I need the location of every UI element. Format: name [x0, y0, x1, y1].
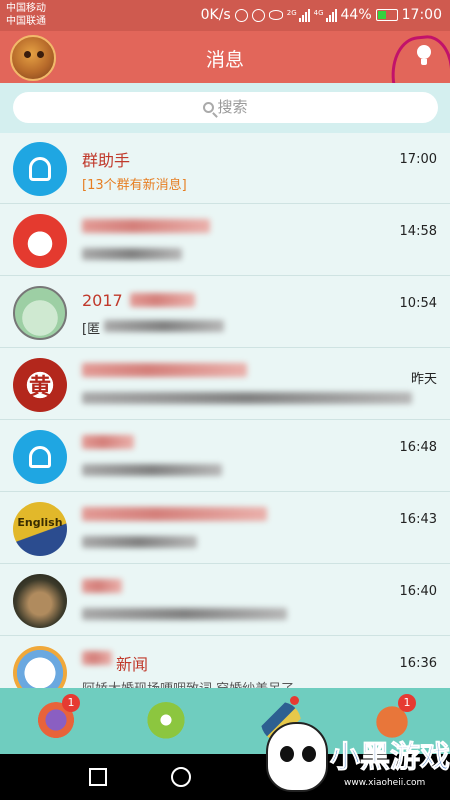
- alarm-icon: [251, 8, 265, 22]
- search-icon: [203, 102, 215, 113]
- conversation-time: 10:54: [399, 296, 437, 311]
- battery-icon: [375, 9, 398, 21]
- conversation-list: 群助手 [13个群有新消息] 17:00 14:58 2017 [匿 10:54…: [0, 133, 450, 688]
- unread-badge: 1: [62, 694, 80, 712]
- conversation-row[interactable]: 16:40: [0, 565, 450, 636]
- contacts-tab[interactable]: [140, 696, 192, 748]
- blurred-name: [82, 363, 247, 377]
- eye-icon: [268, 10, 283, 20]
- net-speed: 0K/s: [200, 7, 231, 23]
- conversation-time: 17:00: [399, 152, 437, 167]
- conversation-time: 16:48: [399, 440, 437, 455]
- cartoon-kids-avatar: [13, 286, 67, 340]
- conversation-name: 群助手: [82, 151, 131, 170]
- conversation-row[interactable]: 黄 昨天: [0, 349, 450, 420]
- conversation-time: 16:36: [399, 656, 437, 671]
- blurred-preview: [82, 464, 222, 476]
- carrier-info: 中国移动 中国联通: [6, 2, 46, 28]
- conversation-time: 16:40: [399, 584, 437, 599]
- new-dot-badge: [290, 696, 299, 705]
- page-title: 消息: [205, 49, 244, 71]
- conversation-time: 16:43: [399, 512, 437, 527]
- conversation-row[interactable]: 14:58: [0, 205, 450, 276]
- signal-4g-icon: 4G: [314, 8, 337, 22]
- monster-icon: [146, 702, 186, 742]
- blurred-name: [82, 579, 122, 593]
- status-bar: 中国移动 中国联通 0K/s 2G 4G 44% 17:00: [0, 0, 450, 31]
- blurred-preview: [82, 392, 412, 404]
- recent-apps-icon[interactable]: [89, 768, 107, 786]
- english-avatar: English: [13, 502, 67, 556]
- blurred-name: [82, 219, 210, 233]
- location-icon: [234, 8, 248, 22]
- unread-badge: 1: [398, 694, 416, 712]
- blurred-name: [82, 651, 112, 665]
- bell-icon: [13, 430, 67, 484]
- blurred-preview: [82, 608, 287, 620]
- group-assistant-icon: [13, 142, 67, 196]
- blurred-name: [82, 507, 267, 521]
- signal-icon: 2G: [287, 8, 310, 22]
- conversation-row[interactable]: 新闻 阿娇大婚现场哽咽致词 穿婚纱美呆了 16:36: [0, 637, 450, 688]
- panda-icon: [266, 722, 328, 792]
- header-bar: 消息: [0, 31, 450, 83]
- conversation-name: 2017: [82, 291, 123, 310]
- search-area: 搜索: [0, 83, 450, 133]
- handshake-avatar: [13, 574, 67, 628]
- carrier-2: 中国联通: [6, 16, 46, 27]
- seal-avatar: 黄: [13, 358, 67, 412]
- conversation-row[interactable]: English 16:43: [0, 493, 450, 564]
- conversation-time: 14:58: [399, 224, 437, 239]
- status-icons: 0K/s 2G 4G 44% 17:00: [201, 5, 442, 25]
- conversation-row[interactable]: 16:48: [0, 421, 450, 492]
- search-placeholder: 搜索: [217, 98, 248, 116]
- blurred-preview: [104, 320, 224, 332]
- watermark-logo: 小黑游戏 www.xiaoheii.com: [262, 718, 450, 800]
- battery-percent: 44%: [340, 7, 372, 23]
- jd-avatar: [13, 214, 67, 268]
- conversation-row[interactable]: 2017 [匿 10:54: [0, 277, 450, 348]
- conversation-preview: 阿娇大婚现场哽咽致词 穿婚纱美呆了: [82, 678, 294, 688]
- news-avatar: [13, 646, 67, 688]
- blurred-name: [130, 293, 195, 307]
- watermark-text: 小黑游戏: [330, 740, 450, 776]
- conversation-time: 昨天: [410, 372, 437, 387]
- blurred-preview: [82, 248, 182, 260]
- clock: 17:00: [401, 7, 442, 23]
- conversation-name: 新闻: [116, 655, 149, 674]
- search-input[interactable]: 搜索: [13, 92, 438, 123]
- conversation-preview: [匿: [82, 322, 101, 337]
- carrier-1: 中国移动: [6, 3, 46, 14]
- home-icon[interactable]: [171, 767, 191, 787]
- blurred-name: [82, 435, 134, 449]
- conversation-preview: [13个群有新消息]: [82, 178, 187, 193]
- blurred-preview: [82, 536, 197, 548]
- messages-tab[interactable]: 1: [30, 694, 82, 748]
- watermark-url: www.xiaoheii.com: [344, 778, 426, 788]
- conversation-row[interactable]: 群助手 [13个群有新消息] 17:00: [0, 133, 450, 204]
